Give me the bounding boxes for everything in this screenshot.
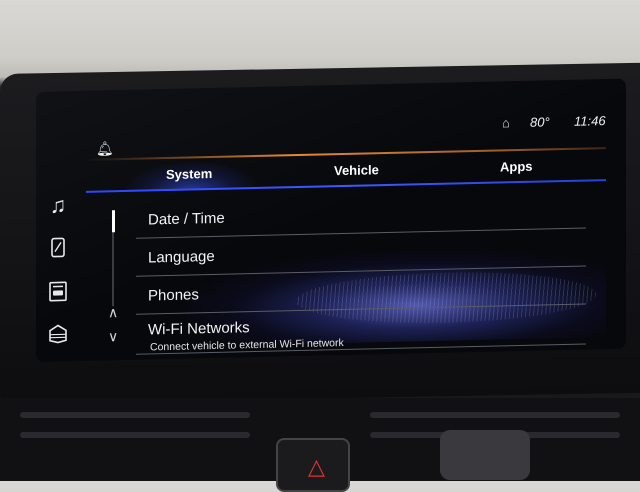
- notification-bell-icon[interactable]: 🔔︎: [96, 140, 114, 157]
- menu-item-label: Phones: [148, 286, 199, 304]
- vent-control-knob[interactable]: [440, 430, 530, 480]
- vent-slat: [20, 412, 250, 418]
- hazard-triangle-icon: △: [308, 454, 325, 480]
- scroll-up-icon[interactable]: ∧: [108, 304, 118, 321]
- phone-icon[interactable]: [46, 235, 70, 260]
- sidebar: ♫: [36, 179, 82, 360]
- vent-slat: [370, 412, 620, 418]
- music-note-icon[interactable]: ♫: [46, 193, 70, 218]
- menu-item-label: Wi-Fi Networks: [148, 319, 250, 338]
- menu-item-label: Language: [148, 248, 215, 267]
- tab-apps[interactable]: Apps: [500, 159, 533, 175]
- menu-item-label: Date / Time: [148, 210, 225, 229]
- home-icon: ⌂: [502, 115, 510, 130]
- vent-slat: [20, 432, 250, 438]
- infotainment-screen: 🔔︎ ⌂ 80° 11:46 System Vehicle Apps ♫ ∧ ∨…: [36, 79, 626, 362]
- temperature-readout: 80°: [530, 114, 550, 129]
- clock: 11:46: [574, 113, 606, 129]
- hazard-button[interactable]: △: [276, 438, 350, 492]
- scroll-down-icon[interactable]: ∨: [108, 328, 118, 345]
- tab-system[interactable]: System: [166, 166, 212, 182]
- vehicle-info-icon[interactable]: [46, 279, 70, 304]
- tab-vehicle[interactable]: Vehicle: [334, 162, 379, 178]
- apps-icon[interactable]: [46, 321, 70, 346]
- scrollbar-thumb[interactable]: [112, 210, 115, 232]
